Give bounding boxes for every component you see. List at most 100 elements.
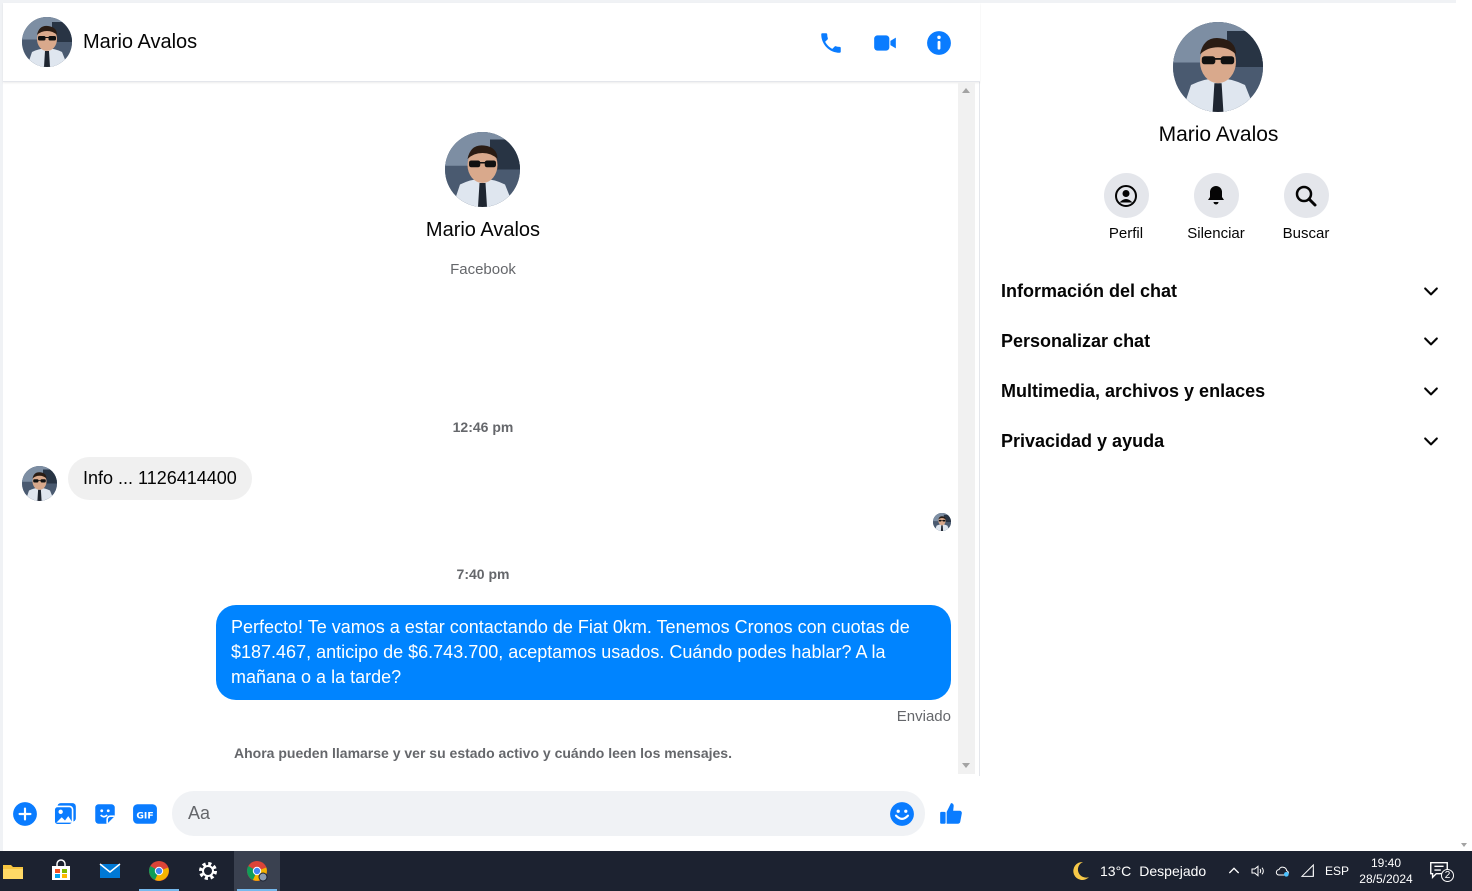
taskbar-clock[interactable]: 19:40 28/5/2024 <box>1356 855 1416 887</box>
avatar-image <box>22 17 72 67</box>
notification-count-badge: 2 <box>1441 869 1454 882</box>
attach-image-button[interactable] <box>51 800 79 828</box>
thread-scrollbar[interactable] <box>958 82 975 774</box>
taskbar-chrome[interactable] <box>136 851 182 891</box>
scroll-down-arrow-icon[interactable] <box>962 763 970 768</box>
notification-center-button[interactable]: 2 <box>1428 859 1456 883</box>
taskbar-chrome-profile[interactable] <box>234 851 280 891</box>
input-language-indicator[interactable]: ESP <box>1325 864 1349 878</box>
info-icon <box>927 31 951 55</box>
scroll-down-arrow-icon[interactable] <box>1461 843 1467 847</box>
sticker-button[interactable] <box>91 800 119 828</box>
taskbar: 13°C Despejado ESP 19:40 28/5/2024 2 <box>0 851 1472 891</box>
weather-widget[interactable]: 13°C Despejado <box>1068 859 1206 883</box>
search-action-label: Buscar <box>1282 225 1330 242</box>
video-call-button[interactable] <box>869 27 901 59</box>
message-input[interactable] <box>172 791 925 836</box>
chevron-down-icon <box>1424 337 1438 346</box>
contact-avatar[interactable] <box>22 17 72 67</box>
messenger-window: Mario Avalos Mario Avalos Facebook 12:46… <box>0 0 1472 851</box>
emoji-button[interactable] <box>888 800 916 828</box>
conversation-pane: Mario Avalos Mario Avalos Facebook 12:46… <box>3 3 980 851</box>
taskbar-store[interactable] <box>38 851 84 891</box>
avatar-image <box>933 513 951 531</box>
message-sent-status: Enviado <box>896 708 951 725</box>
sender-avatar[interactable] <box>22 466 57 501</box>
page-scrollbar[interactable] <box>1456 0 1472 851</box>
scroll-up-arrow-icon[interactable] <box>962 88 970 93</box>
mute-action-label: Silenciar <box>1187 225 1245 242</box>
section-media-files-links[interactable]: Multimedia, archivos y enlaces <box>1001 373 1441 409</box>
section-customize-chat[interactable]: Personalizar chat <box>1001 323 1441 359</box>
profile-avatar[interactable] <box>1173 22 1263 112</box>
network-button[interactable] <box>1299 861 1317 881</box>
volume-button[interactable] <box>1249 861 1267 881</box>
avatar-image <box>22 466 57 501</box>
chrome-icon <box>247 861 268 882</box>
section-privacy-support[interactable]: Privacidad y ayuda <box>1001 423 1441 459</box>
taskbar-mail[interactable] <box>87 851 133 891</box>
outgoing-message-bubble[interactable]: Perfecto! Te vamos a estar contactando d… <box>216 605 951 700</box>
message-composer: GIF <box>3 776 980 851</box>
conversation-info-button[interactable] <box>923 27 955 59</box>
contact-name[interactable]: Mario Avalos <box>83 31 197 54</box>
section-title: Información del chat <box>1001 280 1178 301</box>
moon-icon <box>1073 861 1089 880</box>
profile-action-button[interactable]: Perfil <box>1081 173 1171 242</box>
more-actions-button[interactable] <box>11 800 39 828</box>
store-icon <box>52 859 70 880</box>
thumbs-up-icon <box>940 803 962 824</box>
message-timestamp: 7:40 pm <box>456 566 510 582</box>
profile-action-label: Perfil <box>1108 225 1144 242</box>
show-hidden-icons-button[interactable] <box>1226 861 1242 881</box>
message-thread: Mario Avalos Facebook 12:46 pm Info ... … <box>3 83 963 775</box>
user-circle-icon <box>1115 184 1137 207</box>
weather-condition: Despejado <box>1139 863 1207 879</box>
conversation-info-panel: Mario Avalos Perfil Silenciar Buscar Inf… <box>981 3 1456 851</box>
gear-icon <box>199 862 217 880</box>
clock-date: 28/5/2024 <box>1359 872 1413 886</box>
call-button[interactable] <box>815 27 847 59</box>
search-icon <box>1295 185 1317 206</box>
weather-temperature: 13°C <box>1100 863 1132 879</box>
search-action-button[interactable]: Buscar <box>1261 173 1351 242</box>
section-title: Privacidad y ayuda <box>1001 430 1165 451</box>
image-icon <box>53 803 76 826</box>
clock-time: 19:40 <box>1370 856 1402 870</box>
cloud-icon <box>1275 866 1289 877</box>
mute-action-circle <box>1193 173 1239 218</box>
chevron-down-icon <box>1424 387 1438 396</box>
section-chat-info[interactable]: Información del chat <box>1001 273 1441 309</box>
gif-icon: GIF <box>133 804 157 824</box>
chrome-icon <box>149 861 169 881</box>
chat-notice: Ahora pueden llamarse y ver su estado ac… <box>234 745 732 761</box>
avatar-image <box>1173 22 1263 112</box>
chevron-up-icon <box>1228 867 1240 874</box>
phone-icon <box>821 33 841 53</box>
plus-circle-icon <box>13 802 37 826</box>
intro-contact-source: Facebook <box>450 261 516 278</box>
folder-icon <box>3 865 23 879</box>
intro-contact-name: Mario Avalos <box>425 219 541 241</box>
speaker-icon <box>1251 865 1264 877</box>
intro-avatar[interactable] <box>445 132 520 207</box>
taskbar-file-explorer[interactable] <box>0 851 26 891</box>
emoji-icon <box>890 802 914 826</box>
chevron-down-icon <box>1424 287 1438 296</box>
profile-action-circle <box>1103 173 1149 218</box>
section-title: Personalizar chat <box>1001 330 1151 351</box>
message-timestamp: 12:46 pm <box>452 419 514 435</box>
gif-button[interactable]: GIF <box>131 800 159 828</box>
conversation-header: Mario Avalos <box>3 3 980 82</box>
send-like-button[interactable] <box>937 800 965 828</box>
seen-indicator-avatar <box>933 513 951 531</box>
sticker-icon <box>95 804 115 824</box>
incoming-message-bubble[interactable]: Info ... 1126414400 <box>68 457 252 500</box>
onedrive-button[interactable] <box>1273 861 1293 881</box>
chevron-down-icon <box>1424 437 1438 446</box>
mute-action-button[interactable]: Silenciar <box>1171 173 1261 242</box>
video-camera-icon <box>874 35 896 51</box>
search-action-circle <box>1283 173 1329 218</box>
section-title: Multimedia, archivos y enlaces <box>1001 380 1266 401</box>
taskbar-settings[interactable] <box>185 851 231 891</box>
